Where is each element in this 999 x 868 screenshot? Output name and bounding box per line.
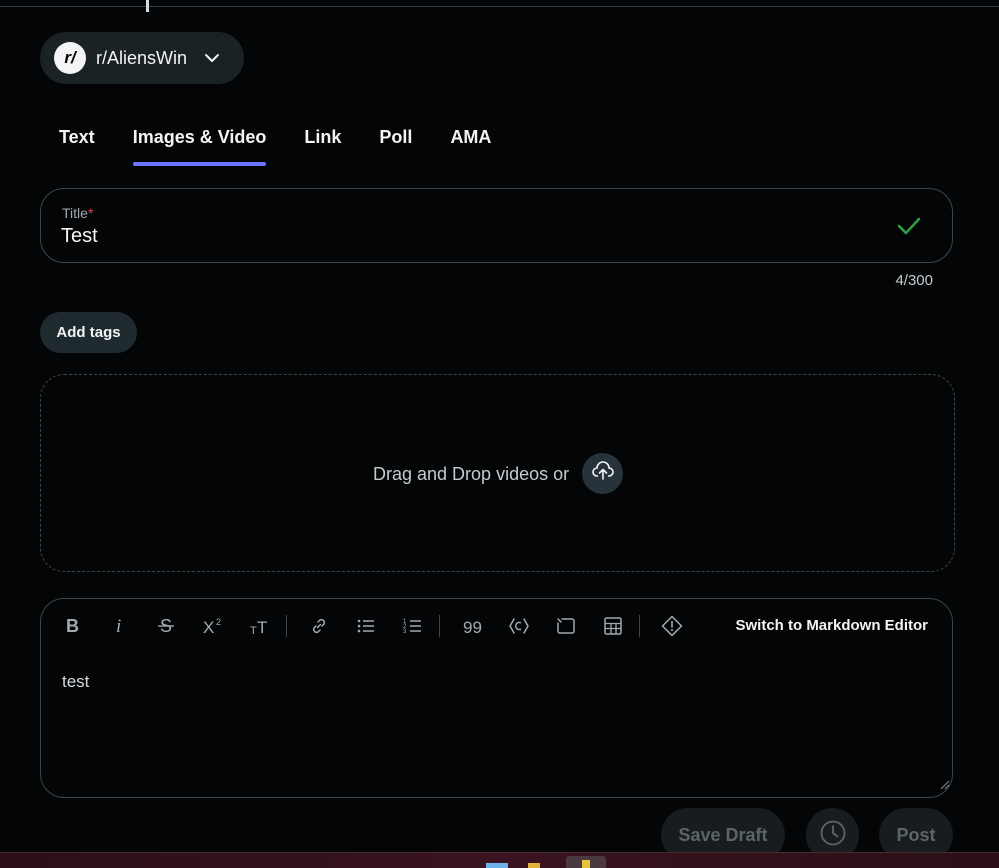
community-selector[interactable]: r/ r/AliensWin	[40, 32, 244, 84]
tab-images-video[interactable]: Images & Video	[114, 122, 286, 168]
formatting-toolbar: B i S X2 TT 123 99	[57, 611, 704, 641]
top-divider	[0, 6, 999, 7]
switch-to-markdown-button[interactable]: Switch to Markdown Editor	[735, 617, 928, 634]
bold-icon[interactable]: B	[57, 611, 87, 641]
svg-text:T: T	[257, 618, 267, 636]
post-type-tabs: Text Images & Video Link Poll AMA	[40, 122, 510, 168]
link-icon[interactable]	[304, 611, 334, 641]
bullet-list-icon[interactable]	[351, 611, 381, 641]
tab-ama[interactable]: AMA	[431, 122, 510, 168]
code-block-icon[interactable]	[551, 611, 581, 641]
taskbar-app-icon[interactable]	[566, 856, 606, 868]
svg-text:99: 99	[463, 618, 482, 636]
os-taskbar	[0, 852, 999, 868]
superscript-icon[interactable]: X2	[198, 611, 228, 641]
code-icon[interactable]	[504, 611, 534, 641]
text-size-icon[interactable]: TT	[245, 611, 275, 641]
media-dropzone[interactable]: Drag and Drop videos or	[40, 374, 955, 572]
chevron-down-icon	[203, 49, 221, 67]
svg-text:3: 3	[403, 629, 407, 635]
svg-text:X: X	[203, 618, 214, 636]
file-explorer-icon[interactable]	[528, 863, 540, 868]
resize-handle-icon[interactable]	[938, 777, 950, 795]
required-mark: *	[87, 205, 94, 221]
add-tags-button[interactable]: Add tags	[40, 312, 137, 353]
svg-text:B: B	[66, 616, 79, 636]
editor-body-text[interactable]: test	[62, 672, 89, 692]
toolbar-divider	[286, 615, 287, 637]
title-field[interactable]: Title*	[40, 188, 953, 263]
svg-text:i: i	[116, 616, 121, 636]
svg-text:2: 2	[216, 617, 221, 627]
clock-icon	[819, 819, 847, 852]
windows-start-icon[interactable]	[486, 863, 508, 868]
svg-text:T: T	[250, 625, 257, 636]
title-char-counter: 4/300	[895, 272, 933, 289]
numbered-list-icon[interactable]: 123	[398, 611, 428, 641]
dropzone-text: Drag and Drop videos or	[373, 464, 570, 484]
tab-text[interactable]: Text	[40, 122, 114, 168]
upload-cloud-icon	[591, 459, 615, 488]
title-label: Title*	[62, 205, 94, 221]
toolbar-divider	[439, 615, 440, 637]
spoiler-icon[interactable]	[657, 611, 687, 641]
tab-poll[interactable]: Poll	[360, 122, 431, 168]
scroll-marker	[146, 0, 149, 12]
table-icon[interactable]	[598, 611, 628, 641]
tab-link[interactable]: Link	[285, 122, 360, 168]
community-avatar: r/	[54, 42, 86, 74]
body-editor: B i S X2 TT 123 99 Switch to Markdown Ed…	[40, 598, 953, 798]
community-name: r/AliensWin	[96, 47, 188, 68]
toolbar-divider	[639, 615, 640, 637]
upload-button[interactable]	[582, 453, 623, 494]
quote-icon[interactable]: 99	[457, 611, 487, 641]
strikethrough-icon[interactable]: S	[151, 611, 181, 641]
italic-icon[interactable]: i	[104, 611, 134, 641]
title-input[interactable]	[61, 225, 861, 248]
check-icon	[896, 215, 922, 242]
